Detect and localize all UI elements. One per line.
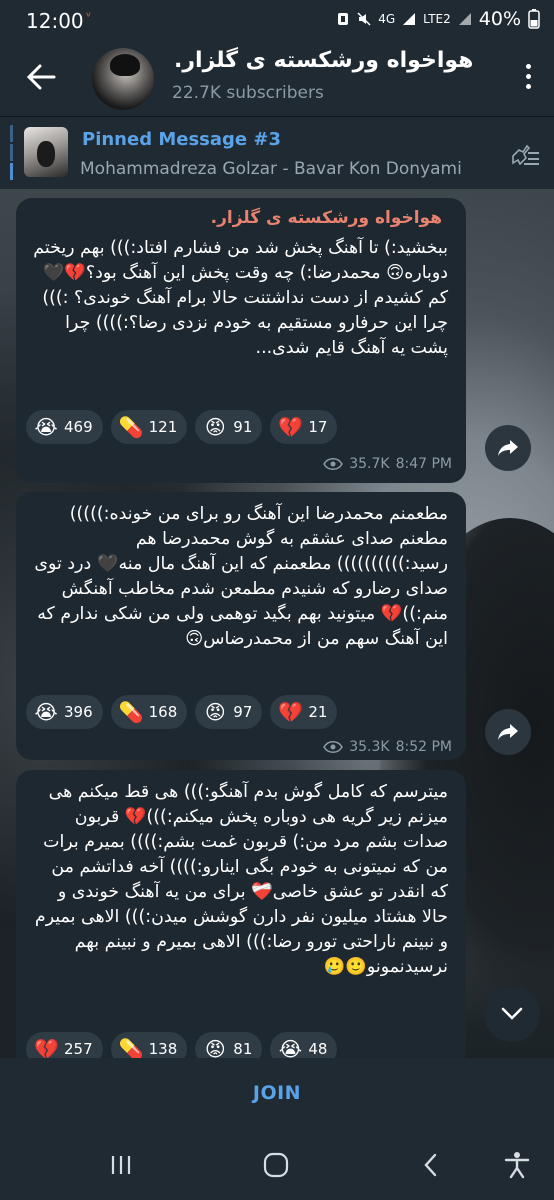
reaction-chip[interactable]: 💊 168 [110,695,188,729]
join-button[interactable]: JOIN [0,1082,554,1104]
status-time: 12:00 [26,9,84,33]
reaction-count: 257 [64,1040,93,1058]
pin-indicator [10,125,13,181]
reaction-emoji: 😡 [204,415,226,439]
reaction-count: 21 [308,703,328,721]
system-back-icon[interactable] [416,1150,446,1180]
pinned-thumbnail [24,127,68,177]
reaction-count: 97 [233,703,253,721]
pinned-list-icon[interactable] [510,141,540,165]
reaction-count: 138 [148,1040,178,1058]
network-type: 4G [378,12,396,26]
reaction-row: 😭 469 💊 121 😡 91 💔 17 [26,410,338,444]
reaction-chip[interactable]: 😭 396 [26,695,103,729]
reaction-emoji: 💊 [118,700,144,724]
reaction-chip[interactable]: 😡 97 [195,695,263,729]
status-icons: 4G LTE2 40% [336,8,540,30]
join-bar: JOIN [0,1058,554,1130]
reaction-row: 😭 396 💊 168 😡 97 💔 21 [26,695,338,729]
reaction-emoji: 😭 [34,700,58,724]
message-text: مطعمنم محمدرضا این آهنگ رو برای من خونده… [34,504,448,649]
battery-icon [528,9,540,29]
message-text: ببخشید:) تا آهنگ پخش شد من فشارم افتاد:)… [33,238,448,358]
reaction-chip[interactable]: 😭 469 [26,410,103,444]
subscriber-count: 22.7K subscribers [172,83,324,103]
message-meta: 35.3K 8:52 PM [323,739,452,755]
more-options-icon[interactable] [526,64,534,94]
reaction-count: 48 [308,1040,328,1058]
view-count: 35.3K [349,739,390,755]
accessibility-icon[interactable] [502,1150,532,1180]
reaction-emoji: 😭 [34,415,58,439]
message-bubble-3[interactable]: میترسم که کامل گوش بدم آهنگو:))) هی قط م… [16,770,466,1070]
reaction-emoji: 💊 [118,415,144,439]
message-time: 8:52 PM [395,739,452,755]
share-arrow-icon [498,724,518,740]
message-bubble-1[interactable]: هواخواه ورشکسته ی گلزار. ببخشید:) تا آهن… [16,198,466,483]
reaction-count: 396 [64,703,93,721]
pinned-text: Mohammadreza Golzar - Bavar Kon Donyami [80,159,462,179]
system-nav-bar [0,1130,554,1200]
share-button[interactable] [485,709,531,755]
reaction-chip[interactable]: 😡 91 [195,410,263,444]
chevron-down-icon [501,1007,523,1020]
reaction-emoji: 💔 [278,700,304,724]
message-time: 8:47 PM [395,456,452,472]
lte-label: LTE2 [423,12,451,26]
reaction-count: 81 [233,1040,253,1058]
pinned-message-bar[interactable]: Pinned Message #3 Mohammadreza Golzar - … [0,116,554,189]
reaction-emoji: 😡 [204,700,226,724]
views-eye-icon [323,458,344,470]
view-count: 35.7K [349,456,390,472]
message-author[interactable]: هواخواه ورشکسته ی گلزار. [211,208,442,228]
scroll-down-button[interactable] [484,986,540,1042]
mute-icon [357,12,371,26]
channel-header: هواخواه ورشکسته ی گلزار. 22.7K subscribe… [0,42,554,116]
reaction-chip[interactable]: 💔 21 [270,695,338,729]
nfc-icon [338,13,349,25]
signal-icon-2 [458,13,471,25]
battery-percent: 40% [478,8,521,30]
reaction-emoji: 💔 [278,415,304,439]
reaction-count: 469 [64,418,93,436]
pinned-title: Pinned Message #3 [82,129,282,150]
message-meta: 35.7K 8:47 PM [323,456,452,472]
reaction-count: 91 [233,418,253,436]
recent-apps-icon[interactable] [106,1150,136,1180]
notification-icon: ᵛ [86,10,92,25]
share-button[interactable] [485,425,531,471]
channel-title[interactable]: هواخواه ورشکسته ی گلزار. [174,48,473,73]
share-arrow-icon [498,440,518,456]
reaction-chip[interactable]: 💔 17 [270,410,338,444]
home-icon[interactable] [261,1150,291,1180]
message-bubble-2[interactable]: مطعمنم محمدرضا این آهنگ رو برای من خونده… [16,492,466,760]
signal-icon [403,13,416,25]
views-eye-icon [323,741,344,753]
reaction-count: 168 [148,703,178,721]
reaction-chip[interactable]: 💊 121 [110,410,188,444]
status-bar: 12:00 ᵛ 4G LTE2 40% [0,0,554,42]
channel-avatar[interactable] [92,48,154,110]
back-arrow-icon[interactable] [24,60,58,94]
message-text: میترسم که کامل گوش بدم آهنگو:))) هی قط م… [34,782,448,977]
reaction-count: 121 [148,418,178,436]
reaction-count: 17 [308,418,328,436]
